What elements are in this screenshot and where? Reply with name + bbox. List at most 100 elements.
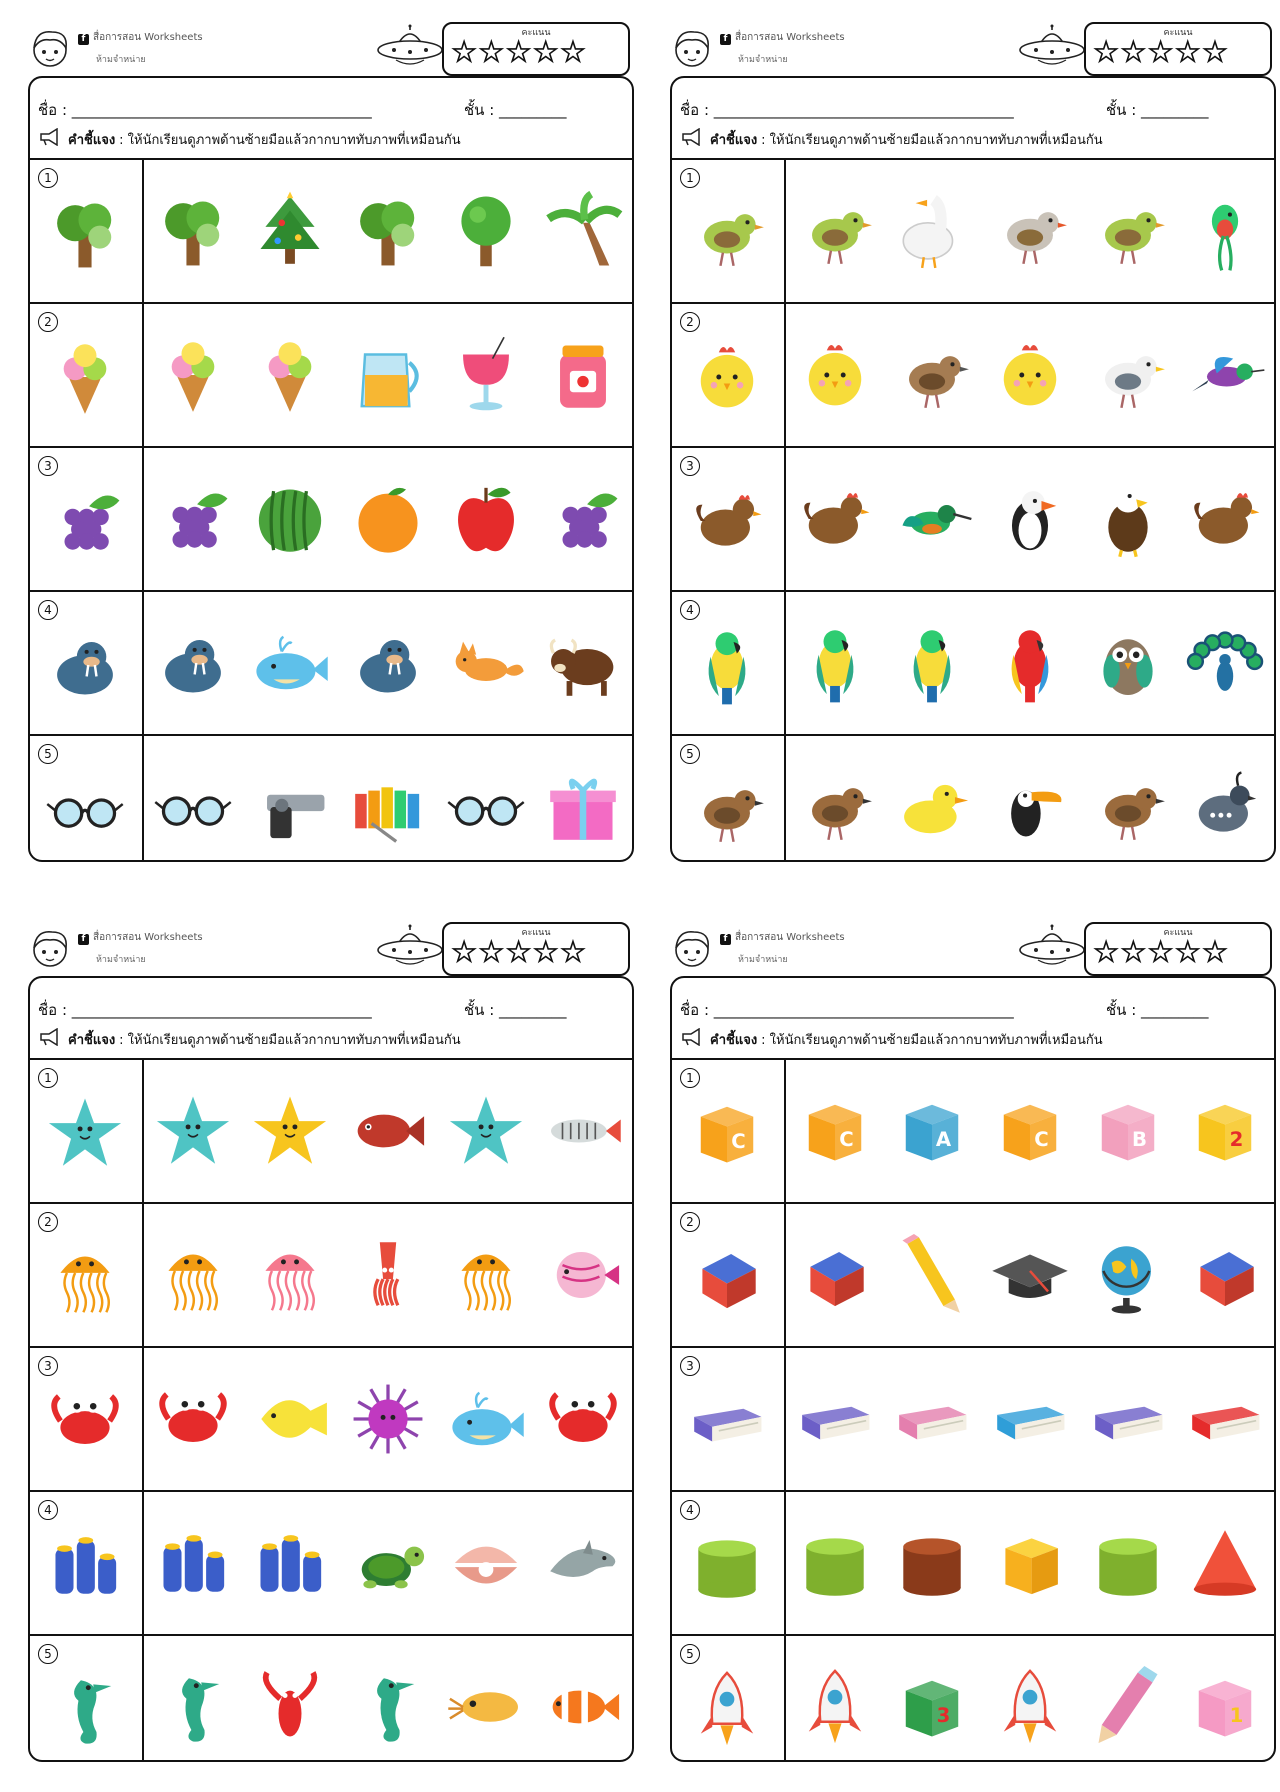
grad-cap-icon[interactable] bbox=[989, 1234, 1071, 1316]
purple-book-icon[interactable] bbox=[794, 1378, 876, 1460]
yellow-starfish-icon[interactable] bbox=[249, 1090, 331, 1172]
peacock-icon[interactable] bbox=[1184, 622, 1266, 704]
name-field[interactable]: ชื่อ : _________________________________… bbox=[38, 98, 372, 122]
orange-jellyfish-icon[interactable] bbox=[445, 1234, 527, 1316]
green-bird-icon[interactable] bbox=[1087, 190, 1169, 272]
sponge-icon[interactable] bbox=[249, 1522, 331, 1604]
block-2-icon[interactable]: 2 bbox=[1184, 1090, 1266, 1172]
name-field[interactable]: ชื่อ : _________________________________… bbox=[38, 998, 372, 1022]
sea-urchin-icon[interactable] bbox=[347, 1378, 429, 1460]
hen-icon[interactable] bbox=[1184, 478, 1266, 560]
palm-tree-icon[interactable] bbox=[542, 190, 624, 272]
gull-icon[interactable] bbox=[1087, 334, 1169, 416]
name-field[interactable]: ชื่อ : _________________________________… bbox=[680, 998, 1014, 1022]
red-cone-icon[interactable] bbox=[1184, 1522, 1266, 1604]
toy-gun-icon[interactable] bbox=[249, 766, 331, 848]
pink-pencil-icon[interactable] bbox=[1087, 1666, 1169, 1748]
grapes-icon[interactable] bbox=[152, 478, 234, 560]
block-c-icon[interactable]: C bbox=[794, 1090, 876, 1172]
score-star-icon[interactable]: ★ bbox=[1175, 37, 1201, 69]
block-c-icon[interactable]: C bbox=[989, 1090, 1071, 1172]
pink-drink-icon[interactable] bbox=[445, 334, 527, 416]
clam-icon[interactable] bbox=[445, 1522, 527, 1604]
score-star-icon[interactable]: ★ bbox=[478, 37, 504, 69]
score-star-icon[interactable]: ★ bbox=[451, 37, 477, 69]
tree-icon[interactable] bbox=[152, 190, 234, 272]
blue-starfish-icon[interactable] bbox=[445, 1090, 527, 1172]
owl-icon[interactable] bbox=[1087, 622, 1169, 704]
block-b-icon[interactable]: B bbox=[1087, 1090, 1169, 1172]
purple-book-icon[interactable] bbox=[1087, 1378, 1169, 1460]
glasses-icon[interactable] bbox=[445, 766, 527, 848]
walrus-icon[interactable] bbox=[347, 622, 429, 704]
gift-box-icon[interactable] bbox=[542, 766, 624, 848]
finch-icon[interactable] bbox=[989, 190, 1071, 272]
toucan-icon[interactable] bbox=[989, 766, 1071, 848]
block-a-icon[interactable]: A bbox=[891, 1090, 973, 1172]
blue-starfish-icon[interactable] bbox=[152, 1090, 234, 1172]
eraser-icon[interactable] bbox=[794, 1234, 876, 1316]
quail-icon[interactable] bbox=[1184, 766, 1266, 848]
sponge-icon[interactable] bbox=[152, 1522, 234, 1604]
orange-icon[interactable] bbox=[347, 478, 429, 560]
score-star-icon[interactable]: ★ bbox=[1148, 937, 1174, 969]
duck-icon[interactable] bbox=[891, 766, 973, 848]
score-star-icon[interactable]: ★ bbox=[1120, 37, 1146, 69]
score-star-icon[interactable]: ★ bbox=[1120, 937, 1146, 969]
class-field[interactable]: ชั้น : _________ bbox=[1106, 998, 1209, 1022]
discus-fish-icon[interactable] bbox=[542, 1234, 624, 1316]
score-star-icon[interactable]: ★ bbox=[1202, 37, 1228, 69]
kingfisher-icon[interactable] bbox=[891, 478, 973, 560]
yellow-tang-icon[interactable] bbox=[249, 1378, 331, 1460]
turtle-icon[interactable] bbox=[347, 1522, 429, 1604]
glasses-icon[interactable] bbox=[152, 766, 234, 848]
chick-icon[interactable] bbox=[989, 334, 1071, 416]
green-bird-icon[interactable] bbox=[794, 190, 876, 272]
rocket-icon[interactable] bbox=[794, 1666, 876, 1748]
goose-icon[interactable] bbox=[891, 190, 973, 272]
juice-jug-icon[interactable] bbox=[347, 334, 429, 416]
score-star-icon[interactable]: ★ bbox=[1148, 37, 1174, 69]
yellow-cube-icon[interactable] bbox=[989, 1522, 1071, 1604]
score-star-icon[interactable]: ★ bbox=[451, 937, 477, 969]
apple-icon[interactable] bbox=[445, 478, 527, 560]
parrot-icon[interactable] bbox=[794, 622, 876, 704]
score-star-icon[interactable]: ★ bbox=[560, 37, 586, 69]
pink-jellyfish-icon[interactable] bbox=[249, 1234, 331, 1316]
piranha-icon[interactable] bbox=[347, 1090, 429, 1172]
whale-icon[interactable] bbox=[249, 622, 331, 704]
score-star-icon[interactable]: ★ bbox=[1202, 937, 1228, 969]
eagle-icon[interactable] bbox=[1087, 478, 1169, 560]
pencil-icon[interactable] bbox=[891, 1234, 973, 1316]
score-star-icon[interactable]: ★ bbox=[1093, 37, 1119, 69]
squid-icon[interactable] bbox=[347, 1234, 429, 1316]
green-cylinder-icon[interactable] bbox=[1087, 1522, 1169, 1604]
ice-cream-icon[interactable] bbox=[152, 334, 234, 416]
orange-jellyfish-icon[interactable] bbox=[152, 1234, 234, 1316]
hummingbird-icon[interactable] bbox=[1184, 334, 1266, 416]
lobster-icon[interactable] bbox=[249, 1666, 331, 1748]
dolphin-icon[interactable] bbox=[542, 1522, 624, 1604]
ice-cream-icon[interactable] bbox=[249, 334, 331, 416]
red-book-icon[interactable] bbox=[1184, 1378, 1266, 1460]
eraser-icon[interactable] bbox=[1184, 1234, 1266, 1316]
score-star-icon[interactable]: ★ bbox=[506, 937, 532, 969]
cuttlefish-icon[interactable] bbox=[445, 1666, 527, 1748]
sparrow-icon[interactable] bbox=[891, 334, 973, 416]
buffalo-icon[interactable] bbox=[542, 622, 624, 704]
puffin-icon[interactable] bbox=[989, 478, 1071, 560]
robin-icon[interactable] bbox=[794, 766, 876, 848]
tree-icon[interactable] bbox=[347, 190, 429, 272]
score-star-icon[interactable]: ★ bbox=[1175, 937, 1201, 969]
fox-icon[interactable] bbox=[445, 622, 527, 704]
jam-jar-icon[interactable] bbox=[542, 334, 624, 416]
class-field[interactable]: ชั้น : _________ bbox=[464, 998, 567, 1022]
christmas-tree-icon[interactable] bbox=[249, 190, 331, 272]
score-star-icon[interactable]: ★ bbox=[1093, 937, 1119, 969]
round-tree-icon[interactable] bbox=[445, 190, 527, 272]
score-star-icon[interactable]: ★ bbox=[506, 37, 532, 69]
pink-book-icon[interactable] bbox=[891, 1378, 973, 1460]
quetzal-icon[interactable] bbox=[1184, 190, 1266, 272]
class-field[interactable]: ชั้น : _________ bbox=[1106, 98, 1209, 122]
rocket-icon[interactable] bbox=[989, 1666, 1071, 1748]
